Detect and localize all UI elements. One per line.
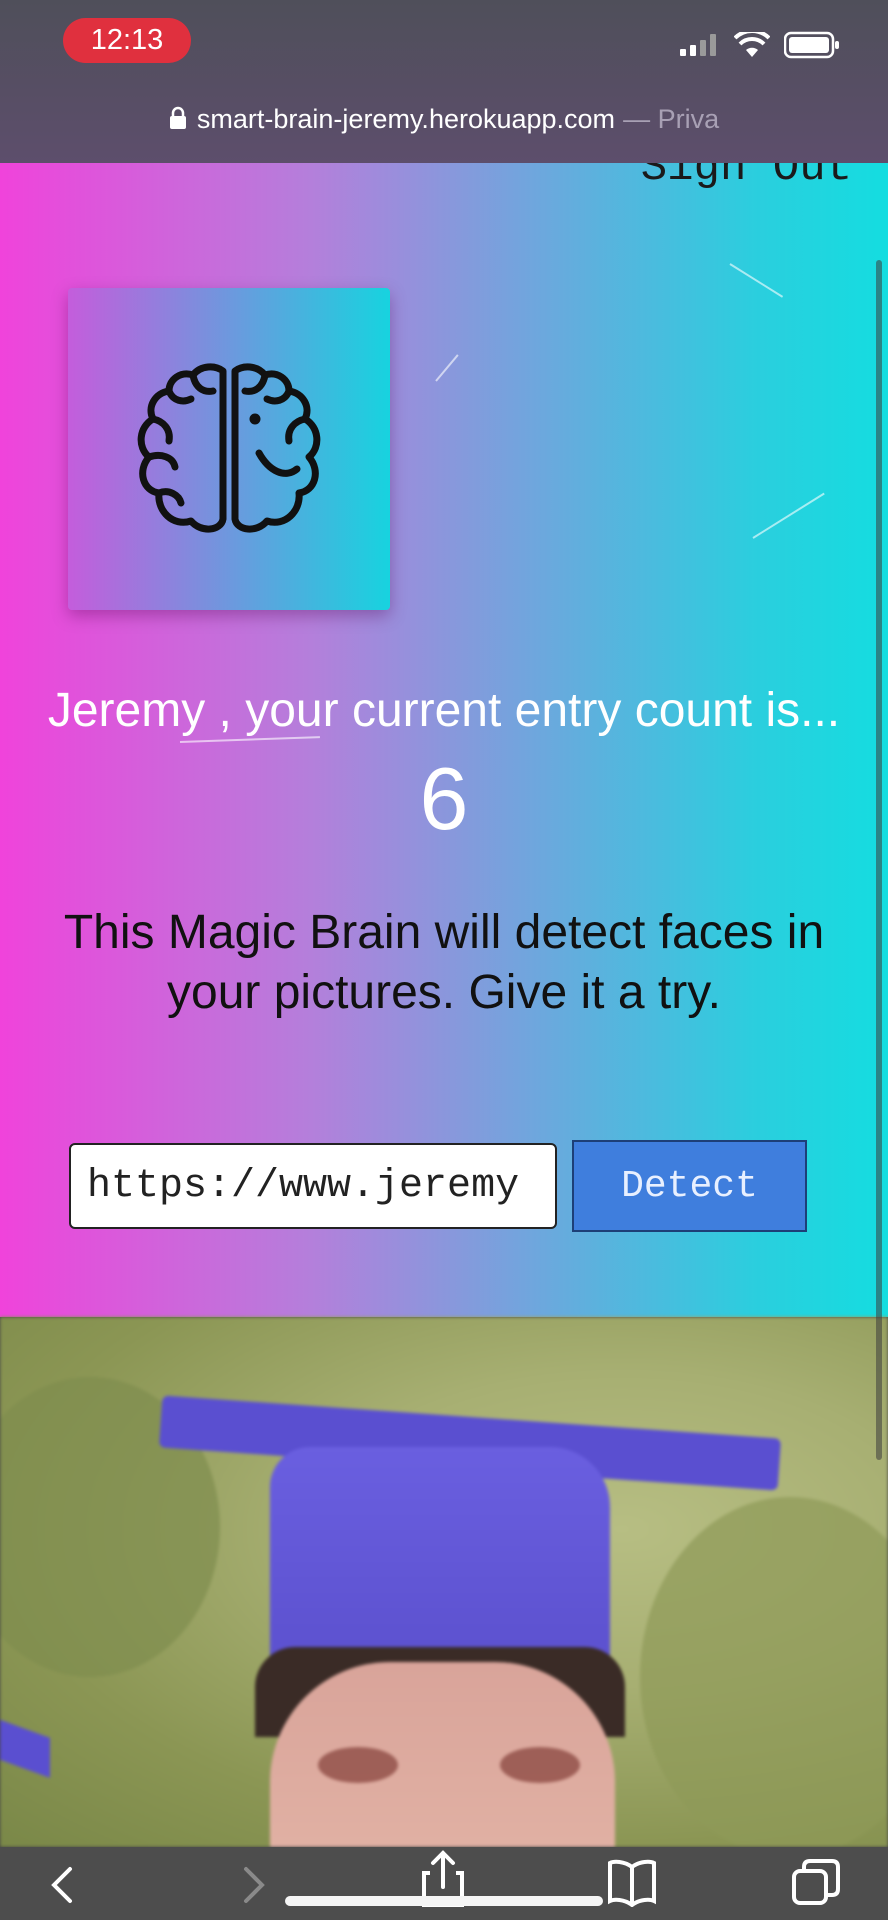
browser-bottom-bar (0, 1847, 888, 1920)
address-private-suffix: — Priva (623, 103, 720, 134)
entry-count-message: Jeremy , your current entry count is... (47, 684, 841, 737)
side-object (0, 1716, 50, 1778)
image-url-input[interactable] (69, 1143, 557, 1229)
back-icon[interactable] (48, 1865, 76, 1905)
address-domain: smart-brain-jeremy.herokuapp.com (196, 103, 616, 134)
particle-line (729, 263, 784, 298)
particle-line (752, 492, 825, 539)
forward-icon[interactable] (240, 1865, 268, 1905)
right-eye (500, 1747, 580, 1783)
particle-line (435, 354, 459, 382)
sign-out-link[interactable]: Sign Out (641, 163, 852, 193)
app-main: Sign Out Jeremy , your current entry cou… (0, 163, 888, 1317)
logo-card (68, 288, 390, 610)
browser-top-bar: 12:13 smart-brain-jeremy.herokuapp.com —… (0, 0, 888, 163)
wifi-icon (734, 32, 770, 57)
battery-icon (784, 31, 839, 59)
foliage-blob (640, 1497, 888, 1847)
home-indicator (285, 1896, 603, 1906)
lock-icon (169, 106, 186, 129)
bookmarks-icon[interactable] (606, 1857, 658, 1907)
face-image (0, 1317, 888, 1847)
page: 12:13 smart-brain-jeremy.herokuapp.com —… (0, 0, 888, 1920)
brain-icon (137, 363, 321, 533)
status-icons (680, 30, 840, 60)
entry-count-value: 6 (419, 749, 469, 848)
address-bar[interactable]: smart-brain-jeremy.herokuapp.com — Priva (0, 97, 888, 141)
page-scrollbar[interactable] (876, 260, 882, 1460)
tabs-icon[interactable] (790, 1857, 842, 1907)
status-time: 12:13 (63, 18, 191, 63)
cellular-signal-icon (680, 34, 716, 56)
description-text: This Magic Brain will detect faces in yo… (63, 906, 825, 1019)
detect-button[interactable]: Detect (572, 1140, 807, 1232)
left-eye (318, 1747, 398, 1783)
